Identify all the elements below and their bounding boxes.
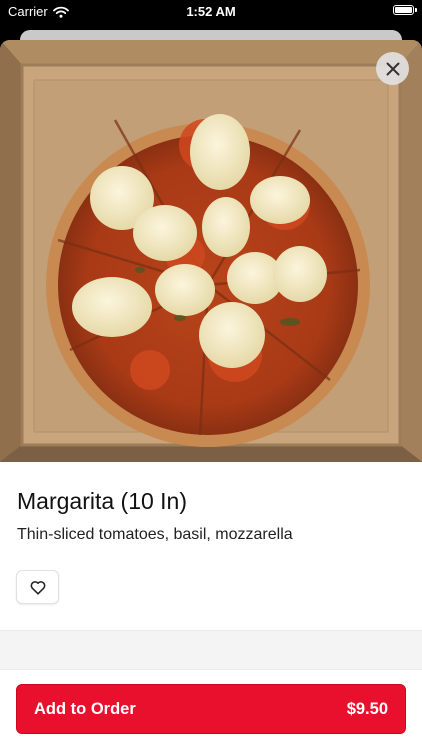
add-to-order-button[interactable]: Add to Order $9.50 — [16, 684, 406, 734]
clock: 1:52 AM — [186, 4, 236, 19]
add-to-order-label: Add to Order — [34, 699, 136, 718]
item-description: Thin-sliced tomatoes, basil, mozzarella — [17, 526, 293, 543]
status-bar: Carrier 1:52 AM — [0, 0, 422, 24]
battery-icon — [393, 5, 417, 15]
close-icon — [386, 62, 399, 75]
favorite-button[interactable] — [16, 570, 59, 604]
item-title: Margarita (10 In) — [17, 488, 188, 514]
close-button[interactable] — [376, 52, 409, 85]
item-image — [0, 40, 422, 462]
heart-outline-icon — [30, 580, 45, 595]
item-price: $9.50 — [346, 699, 388, 718]
item-detail-sheet: Margarita (10 In) Thin-sliced tomatoes, … — [0, 40, 422, 750]
section-divider — [0, 630, 422, 670]
pizza-photo — [0, 40, 422, 462]
